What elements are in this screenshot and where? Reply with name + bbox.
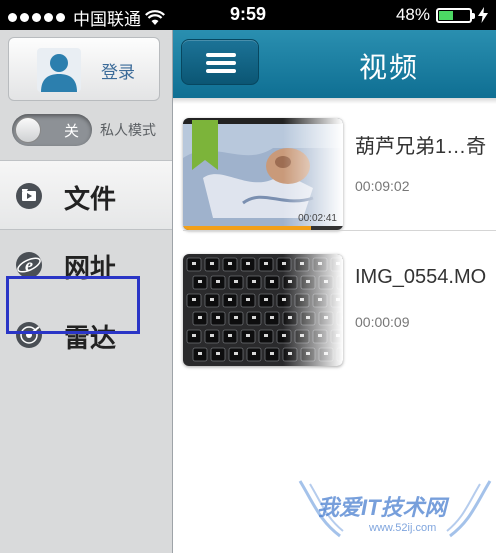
watermark: 我爱IT技术网 www.52ij.com bbox=[295, 476, 495, 546]
file-icon bbox=[16, 183, 42, 209]
bookmark-ribbon-icon bbox=[192, 120, 218, 170]
keyboard-key-glyph bbox=[234, 352, 238, 355]
video-list-item[interactable]: IMG_0554.MO 00:00:09 bbox=[173, 248, 496, 368]
video-duration: 00:00:09 bbox=[355, 314, 410, 330]
status-bar: 中国联通 9:59 48% bbox=[0, 0, 496, 30]
keyboard-key-glyph bbox=[270, 316, 274, 319]
highlight-box bbox=[6, 276, 140, 334]
watermark-text: 我爱IT技术网 bbox=[317, 495, 447, 520]
keyboard-key-glyph bbox=[216, 316, 220, 319]
list-divider bbox=[183, 230, 496, 231]
keyboard-key-glyph bbox=[252, 352, 256, 355]
video-duration: 00:09:02 bbox=[355, 178, 410, 194]
battery-icon bbox=[436, 7, 475, 23]
menu-icon bbox=[206, 53, 236, 57]
keyboard-key-glyph bbox=[198, 280, 202, 283]
keyboard-key-glyph bbox=[252, 280, 256, 283]
watermark-url: www.52ij.com bbox=[369, 522, 437, 534]
battery-percent: 48% bbox=[395, 5, 430, 24]
menu-icon bbox=[206, 69, 236, 73]
sidebar-item-files[interactable]: 文件 bbox=[0, 160, 172, 230]
keyboard-key-glyph bbox=[192, 262, 196, 265]
keyboard-key-glyph bbox=[228, 334, 232, 337]
keyboard-key-glyph bbox=[192, 298, 196, 301]
keyboard-key-glyph bbox=[264, 298, 268, 301]
menu-button[interactable] bbox=[181, 39, 259, 85]
browser-e-icon: e bbox=[16, 252, 42, 278]
keyboard-key-glyph bbox=[234, 316, 238, 319]
video-thumbnail[interactable]: 00:02:41 bbox=[183, 118, 343, 230]
keyboard-key-glyph bbox=[252, 316, 256, 319]
login-button[interactable]: 登录 bbox=[8, 37, 160, 101]
keyboard-key-glyph bbox=[264, 262, 268, 265]
keyboard-key-glyph bbox=[228, 262, 232, 265]
keyboard-key-glyph bbox=[216, 352, 220, 355]
keyboard-key-glyph bbox=[198, 316, 202, 319]
keyboard-key-glyph bbox=[216, 280, 220, 283]
video-list-item[interactable]: 00:02:41 葫芦兄弟1…奇 00:09:02 bbox=[173, 112, 496, 232]
header-shadow bbox=[173, 98, 496, 104]
video-thumbnail[interactable] bbox=[183, 254, 343, 366]
keyboard-key-glyph bbox=[246, 262, 250, 265]
keyboard-key-glyph bbox=[270, 352, 274, 355]
top-bar: 视频 bbox=[173, 30, 496, 98]
toggle-knob[interactable] bbox=[15, 117, 41, 143]
user-avatar-icon bbox=[37, 48, 81, 92]
video-title: 葫芦兄弟1…奇 bbox=[355, 136, 487, 158]
keyboard-key-glyph bbox=[264, 334, 268, 337]
main-panel: 视频 00:02:41 葫芦兄弟1…奇 00:09:02 IMG_0554.MO… bbox=[173, 30, 496, 553]
keyboard-key-glyph bbox=[246, 334, 250, 337]
video-title: IMG_0554.MO bbox=[355, 266, 487, 288]
login-label: 登录 bbox=[101, 63, 135, 82]
sidebar-item-label: 文件 bbox=[64, 184, 117, 214]
keyboard-key-glyph bbox=[228, 298, 232, 301]
private-mode-label: 私人模式 bbox=[100, 122, 156, 138]
keyboard-key-glyph bbox=[210, 334, 214, 337]
thumbnail-timestamp: 00:02:41 bbox=[298, 213, 337, 224]
keyboard-key-glyph bbox=[198, 352, 202, 355]
keyboard-key-glyph bbox=[210, 262, 214, 265]
private-mode-toggle[interactable]: 关 bbox=[12, 114, 92, 146]
keyboard-key-glyph bbox=[270, 280, 274, 283]
thumbnail-fade bbox=[283, 254, 343, 366]
status-right: 48% bbox=[396, 5, 488, 25]
keyboard-key-glyph bbox=[192, 334, 196, 337]
keyboard-key-glyph bbox=[246, 298, 250, 301]
charging-icon bbox=[478, 7, 488, 23]
keyboard-key-glyph bbox=[210, 298, 214, 301]
keyboard-key-glyph bbox=[234, 280, 238, 283]
page-title: 视频 bbox=[359, 52, 420, 83]
toggle-state-label: 关 bbox=[64, 123, 80, 140]
menu-icon bbox=[206, 61, 236, 65]
